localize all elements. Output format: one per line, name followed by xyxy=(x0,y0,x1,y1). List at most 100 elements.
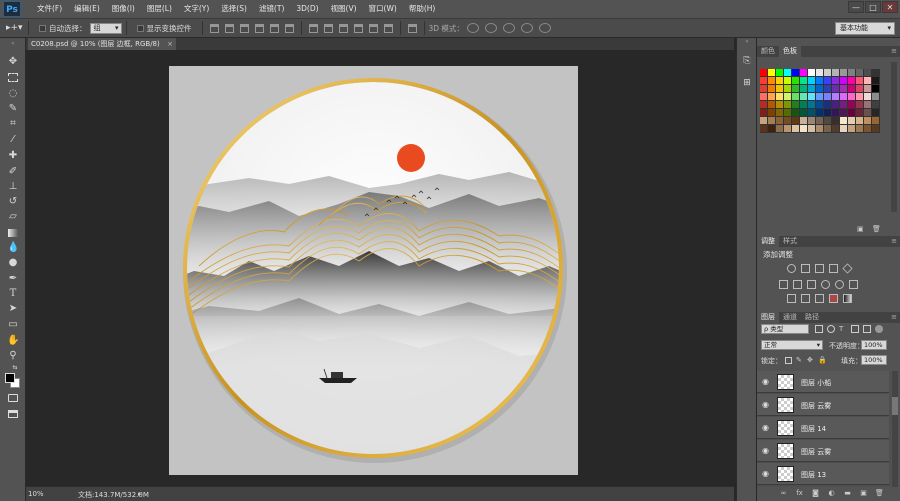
color-swatch[interactable] xyxy=(808,109,816,117)
color-swatch[interactable] xyxy=(792,101,800,109)
zoom-tool-icon[interactable]: ⚲ xyxy=(7,350,19,362)
blend-mode-dropdown[interactable]: 正常 ▾ xyxy=(761,340,823,350)
hue-saturation-icon[interactable] xyxy=(779,280,788,289)
menu-item[interactable]: 文字(Y) xyxy=(178,0,215,18)
color-swatch[interactable] xyxy=(824,77,832,85)
eyedropper-tool-icon[interactable]: ⁄ xyxy=(7,134,19,146)
menu-item[interactable]: 文件(F) xyxy=(31,0,68,18)
lock-transparent-icon[interactable] xyxy=(785,357,792,364)
clone-stamp-tool-icon[interactable]: ⊥ xyxy=(7,181,19,193)
new-adjustment-layer-icon[interactable]: ◐ xyxy=(827,489,836,498)
color-swatch[interactable] xyxy=(824,85,832,93)
pen-tool-icon[interactable]: ✒ xyxy=(7,273,19,285)
foreground-color-swatch[interactable] xyxy=(5,373,15,383)
align-top-icon[interactable] xyxy=(209,23,219,33)
auto-align-icon[interactable] xyxy=(407,23,417,33)
color-swatch[interactable] xyxy=(816,93,824,101)
color-swatch[interactable] xyxy=(768,125,776,133)
color-swatch[interactable] xyxy=(832,93,840,101)
color-swatch[interactable] xyxy=(760,101,768,109)
color-swatch[interactable] xyxy=(760,117,768,125)
color-swatch[interactable] xyxy=(816,101,824,109)
tab-paths[interactable]: 路径 xyxy=(801,312,823,323)
color-swatch[interactable] xyxy=(816,125,824,133)
color-swatch[interactable] xyxy=(848,125,856,133)
document-canvas[interactable] xyxy=(169,66,578,475)
panel-menu-icon[interactable]: ≡ xyxy=(891,312,897,323)
color-swatch[interactable] xyxy=(808,93,816,101)
delete-layer-icon[interactable]: 🗑 xyxy=(875,489,884,498)
layer-style-icon[interactable]: fx xyxy=(795,489,804,498)
color-swatch[interactable] xyxy=(824,117,832,125)
menu-item[interactable]: 视图(V) xyxy=(325,0,363,18)
menu-item[interactable]: 窗口(W) xyxy=(363,0,403,18)
distribute-left-icon[interactable] xyxy=(353,23,363,33)
color-swatch[interactable] xyxy=(872,77,880,85)
align-right-icon[interactable] xyxy=(284,23,294,33)
color-swatch[interactable] xyxy=(800,117,808,125)
layers-scrollbar[interactable] xyxy=(892,371,898,487)
channel-mixer-icon[interactable] xyxy=(835,280,844,289)
layer-row[interactable]: ◉ 图层 云雾 xyxy=(757,440,889,462)
shape-filter-icon[interactable] xyxy=(851,325,859,333)
new-layer-icon[interactable]: ▣ xyxy=(859,489,868,498)
color-swatch[interactable] xyxy=(824,93,832,101)
color-swatch[interactable] xyxy=(768,85,776,93)
color-swatch[interactable] xyxy=(776,117,784,125)
tab-color[interactable]: 颜色 xyxy=(757,46,779,57)
color-swatch[interactable] xyxy=(800,93,808,101)
distribute-top-icon[interactable] xyxy=(308,23,318,33)
color-swatch[interactable] xyxy=(776,93,784,101)
color-swatch[interactable] xyxy=(760,93,768,101)
color-swatch[interactable] xyxy=(840,85,848,93)
layer-name[interactable]: 图层 14 xyxy=(801,424,826,434)
color-swatch[interactable] xyxy=(792,77,800,85)
layer-row[interactable]: ◉ 图层 14 xyxy=(757,417,889,439)
collapse-icon[interactable]: » xyxy=(741,38,753,50)
distribute-vcenter-icon[interactable] xyxy=(323,23,333,33)
color-swatch[interactable] xyxy=(856,69,864,77)
levels-icon[interactable] xyxy=(801,264,810,273)
photo-filter-icon[interactable] xyxy=(821,280,830,289)
color-swatch[interactable] xyxy=(856,77,864,85)
slide-3d-icon[interactable] xyxy=(520,23,533,33)
color-swatch[interactable] xyxy=(832,69,840,77)
roll-3d-icon[interactable] xyxy=(484,23,497,33)
menu-item[interactable]: 3D(D) xyxy=(290,0,324,18)
threshold-icon[interactable] xyxy=(815,294,824,303)
trash-icon[interactable]: 🗑 xyxy=(872,225,881,233)
color-swatch[interactable] xyxy=(848,69,856,77)
color-swatch[interactable] xyxy=(864,93,872,101)
document-tab[interactable]: C0208.psd @ 10% (图层 边框, RGB/8) × xyxy=(28,38,176,50)
tab-styles[interactable]: 样式 xyxy=(779,236,801,247)
color-swatch[interactable] xyxy=(872,101,880,109)
color-swatch[interactable] xyxy=(864,109,872,117)
dodge-tool-icon[interactable]: ● xyxy=(7,257,19,269)
color-swatch[interactable] xyxy=(872,117,880,125)
swatches-scrollbar[interactable] xyxy=(891,62,897,212)
color-swatch[interactable] xyxy=(848,101,856,109)
color-swatch[interactable] xyxy=(784,69,792,77)
color-swatch[interactable] xyxy=(808,125,816,133)
tab-channels[interactable]: 通道 xyxy=(779,312,801,323)
properties-panel-icon[interactable]: ⊞ xyxy=(741,78,753,90)
align-vcenter-icon[interactable] xyxy=(224,23,234,33)
color-swatch[interactable] xyxy=(856,125,864,133)
color-swatch[interactable] xyxy=(832,109,840,117)
gradient-map-icon[interactable] xyxy=(843,294,852,303)
canvas-area[interactable] xyxy=(26,50,734,486)
layer-name[interactable]: 图层 云雾 xyxy=(801,401,831,411)
menu-item[interactable]: 帮助(H) xyxy=(403,0,442,18)
color-swatch[interactable] xyxy=(800,77,808,85)
black-white-icon[interactable] xyxy=(807,280,816,289)
color-swatch[interactable] xyxy=(792,85,800,93)
brightness-contrast-icon[interactable] xyxy=(787,264,796,273)
color-swatch[interactable] xyxy=(808,69,816,77)
visibility-eye-icon[interactable]: ◉ xyxy=(762,377,771,386)
align-hcenter-icon[interactable] xyxy=(269,23,279,33)
color-swatch[interactable] xyxy=(776,69,784,77)
color-swatch[interactable] xyxy=(856,85,864,93)
type-tool-icon[interactable]: T xyxy=(7,288,19,300)
color-swatch[interactable] xyxy=(768,109,776,117)
color-swatch[interactable] xyxy=(816,109,824,117)
